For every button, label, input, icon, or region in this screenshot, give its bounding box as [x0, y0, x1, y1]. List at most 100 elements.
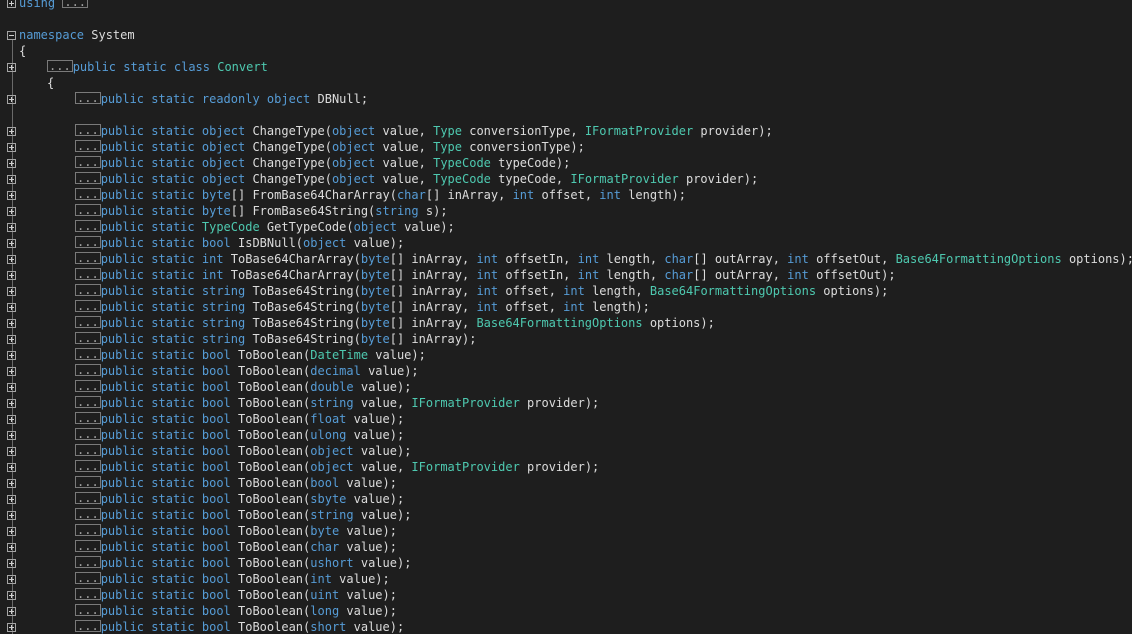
- expand-outline-icon[interactable]: [7, 127, 16, 136]
- code-line[interactable]: ... public static bool ToBoolean(ulong va…: [0, 427, 1132, 443]
- collapsed-region-marker[interactable]: ...: [75, 460, 101, 472]
- code-line[interactable]: [0, 11, 1132, 27]
- code-line[interactable]: ... public static byte[] FromBase64CharAr…: [0, 187, 1132, 203]
- collapsed-region-marker[interactable]: ...: [75, 572, 101, 584]
- expand-outline-icon[interactable]: [7, 479, 16, 488]
- code-line[interactable]: ... public static bool ToBoolean(char val…: [0, 539, 1132, 555]
- code-line[interactable]: ... public static bool ToBoolean(ushort v…: [0, 555, 1132, 571]
- expand-outline-icon[interactable]: [7, 527, 16, 536]
- code-line[interactable]: {: [0, 75, 1132, 91]
- collapsed-region-marker[interactable]: ...: [75, 140, 101, 152]
- code-line[interactable]: ... public static object ChangeType(objec…: [0, 123, 1132, 139]
- expand-outline-icon[interactable]: [7, 623, 16, 632]
- collapsed-region-marker[interactable]: ...: [75, 412, 101, 424]
- code-line[interactable]: ... public static bool ToBoolean(DateTime…: [0, 347, 1132, 363]
- collapsed-region-marker[interactable]: ...: [75, 444, 101, 456]
- expand-outline-icon[interactable]: [7, 351, 16, 360]
- code-line[interactable]: ... public static byte[] FromBase64String…: [0, 203, 1132, 219]
- expand-outline-icon[interactable]: [7, 543, 16, 552]
- collapsed-region-marker[interactable]: ...: [75, 604, 101, 616]
- collapsed-region-marker[interactable]: ...: [75, 220, 101, 232]
- code-line[interactable]: ... public static readonly object DBNull;: [0, 91, 1132, 107]
- expand-outline-icon[interactable]: [7, 255, 16, 264]
- expand-outline-icon[interactable]: [7, 207, 16, 216]
- code-line[interactable]: ... public static bool ToBoolean(long val…: [0, 603, 1132, 619]
- expand-outline-icon[interactable]: [7, 399, 16, 408]
- expand-outline-icon[interactable]: [7, 239, 16, 248]
- collapsed-region-marker[interactable]: ...: [75, 540, 101, 552]
- expand-outline-icon[interactable]: [7, 223, 16, 232]
- collapsed-region-marker[interactable]: ...: [75, 316, 101, 328]
- code-editor[interactable]: using ... namespace System{... public stat…: [0, 0, 1132, 634]
- collapsed-region-marker[interactable]: ...: [75, 476, 101, 488]
- code-line[interactable]: ... public static bool ToBoolean(byte val…: [0, 523, 1132, 539]
- expand-outline-icon[interactable]: [7, 511, 16, 520]
- code-line[interactable]: ... public static bool ToBoolean(string v…: [0, 395, 1132, 411]
- expand-outline-icon[interactable]: [7, 191, 16, 200]
- code-line[interactable]: ... public static bool ToBoolean(sbyte va…: [0, 491, 1132, 507]
- code-line[interactable]: ... public static object ChangeType(objec…: [0, 155, 1132, 171]
- collapsed-region-marker[interactable]: ...: [75, 508, 101, 520]
- code-line[interactable]: ... public static object ChangeType(objec…: [0, 171, 1132, 187]
- code-line[interactable]: ... public static bool ToBoolean(float va…: [0, 411, 1132, 427]
- code-line[interactable]: ... public static bool ToBoolean(bool val…: [0, 475, 1132, 491]
- expand-outline-icon[interactable]: [7, 431, 16, 440]
- expand-outline-icon[interactable]: [7, 143, 16, 152]
- code-line[interactable]: ... public static bool IsDBNull(object va…: [0, 235, 1132, 251]
- collapsed-region-marker[interactable]: ...: [75, 428, 101, 440]
- collapsed-region-marker[interactable]: ...: [75, 364, 101, 376]
- collapsed-region-marker[interactable]: ...: [75, 556, 101, 568]
- expand-outline-icon[interactable]: [7, 95, 16, 104]
- code-line[interactable]: ... public static string ToBase64String(b…: [0, 315, 1132, 331]
- collapsed-region-marker[interactable]: ...: [75, 124, 101, 136]
- code-line[interactable]: [0, 107, 1132, 123]
- collapsed-region-marker[interactable]: ...: [75, 252, 101, 264]
- collapsed-region-marker[interactable]: ...: [75, 204, 101, 216]
- collapsed-region-marker[interactable]: ...: [75, 396, 101, 408]
- expand-outline-icon[interactable]: [7, 159, 16, 168]
- collapsed-region-marker[interactable]: ...: [62, 0, 89, 8]
- code-line[interactable]: ... public static bool ToBoolean(object v…: [0, 459, 1132, 475]
- collapsed-region-marker[interactable]: ...: [75, 236, 101, 248]
- code-line[interactable]: ... public static TypeCode GetTypeCode(ob…: [0, 219, 1132, 235]
- collapsed-region-marker[interactable]: ...: [75, 92, 101, 104]
- expand-outline-icon[interactable]: [7, 559, 16, 568]
- collapsed-region-marker[interactable]: ...: [75, 524, 101, 536]
- collapsed-region-marker[interactable]: ...: [75, 300, 101, 312]
- collapsed-region-marker[interactable]: ...: [75, 156, 101, 168]
- collapsed-region-marker[interactable]: ...: [75, 332, 101, 344]
- code-line[interactable]: ... public static object ChangeType(objec…: [0, 139, 1132, 155]
- code-line[interactable]: ... public static string ToBase64String(b…: [0, 283, 1132, 299]
- code-line[interactable]: ... public static class Convert: [0, 59, 1132, 75]
- code-line[interactable]: ... public static bool ToBoolean(short va…: [0, 619, 1132, 634]
- code-line[interactable]: ... public static bool ToBoolean(double v…: [0, 379, 1132, 395]
- code-line[interactable]: ... public static string ToBase64String(b…: [0, 331, 1132, 347]
- code-line[interactable]: using ...: [0, 0, 1132, 11]
- expand-outline-icon[interactable]: [7, 319, 16, 328]
- collapsed-region-marker[interactable]: ...: [75, 492, 101, 504]
- expand-outline-icon[interactable]: [7, 447, 16, 456]
- expand-outline-icon[interactable]: [7, 287, 16, 296]
- expand-outline-icon[interactable]: [7, 415, 16, 424]
- collapsed-region-marker[interactable]: ...: [75, 268, 101, 280]
- expand-outline-icon[interactable]: [7, 575, 16, 584]
- expand-outline-icon[interactable]: [7, 335, 16, 344]
- collapsed-region-marker[interactable]: ...: [75, 348, 101, 360]
- expand-outline-icon[interactable]: [7, 303, 16, 312]
- code-line[interactable]: ... public static int ToBase64CharArray(b…: [0, 251, 1132, 267]
- code-line[interactable]: ... public static string ToBase64String(b…: [0, 299, 1132, 315]
- code-line[interactable]: ... public static bool ToBoolean(decimal …: [0, 363, 1132, 379]
- collapsed-region-marker[interactable]: ...: [75, 588, 101, 600]
- collapsed-region-marker[interactable]: ...: [75, 620, 101, 632]
- code-line[interactable]: ... public static bool ToBoolean(object v…: [0, 443, 1132, 459]
- code-line[interactable]: ... public static bool ToBoolean(uint val…: [0, 587, 1132, 603]
- expand-outline-icon[interactable]: [7, 367, 16, 376]
- expand-outline-icon[interactable]: [7, 175, 16, 184]
- collapsed-region-marker[interactable]: ...: [75, 188, 101, 200]
- expand-outline-icon[interactable]: [7, 271, 16, 280]
- code-line[interactable]: namespace System: [0, 27, 1132, 43]
- expand-outline-icon[interactable]: [7, 383, 16, 392]
- expand-outline-icon[interactable]: [7, 495, 16, 504]
- code-line[interactable]: ... public static bool ToBoolean(int valu…: [0, 571, 1132, 587]
- collapsed-region-marker[interactable]: ...: [75, 380, 101, 392]
